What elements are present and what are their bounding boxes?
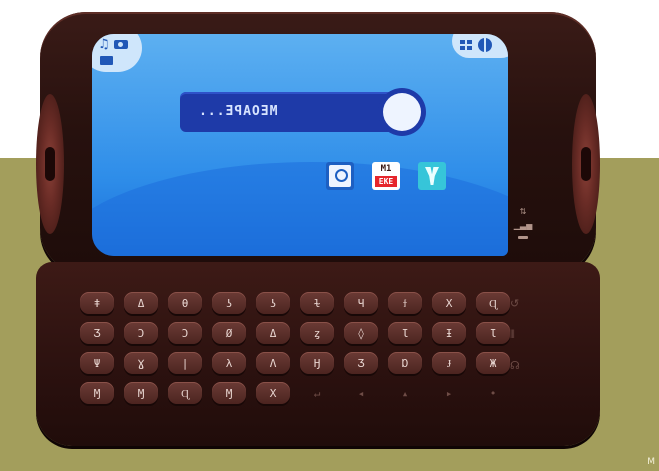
keyboard-key[interactable]: ʖ [212, 292, 246, 314]
keyboard-key[interactable]: ↵ [300, 382, 334, 404]
keyboard-key[interactable]: Ɥ [344, 292, 378, 314]
search-text: MEOAPE... [198, 104, 278, 119]
keyboard-key[interactable]: Ɔ [168, 322, 202, 344]
keyboard-key[interactable]: Ɩ [476, 322, 510, 344]
keyboard-key[interactable]: Ӡ [344, 352, 378, 374]
message-icon[interactable] [100, 56, 113, 65]
keyboard-key[interactable]: | [168, 352, 202, 374]
keyboard-key[interactable]: Ø [212, 322, 246, 344]
battery-icon [518, 236, 528, 239]
keyboard-key[interactable]: Ɱ [212, 382, 246, 404]
keyboard-key[interactable]: • [476, 382, 510, 404]
keyboard-key[interactable]: Δ [256, 322, 290, 344]
side-key[interactable]: ☊ [510, 360, 520, 371]
search-field[interactable]: MEOAPE... [180, 88, 426, 136]
keyboard-key[interactable]: ◂ [344, 382, 378, 404]
keyboard-key[interactable]: Ӈ [300, 352, 334, 374]
keyboard-key[interactable]: ◊ [344, 322, 378, 344]
camera-icon[interactable] [114, 40, 128, 49]
right-side-button[interactable] [572, 94, 600, 234]
keyboard-key[interactable]: Χ [432, 292, 466, 314]
globe-icon[interactable] [478, 38, 492, 52]
keyboard-key[interactable]: Λ [256, 352, 290, 374]
tools-app-icon[interactable] [418, 162, 446, 190]
keyboard-key[interactable]: Ɋ [168, 382, 202, 404]
keyboard-key[interactable]: ϯ [388, 292, 422, 314]
calendar-app-icon[interactable]: M1 EKE [372, 162, 400, 190]
signal-bars-icon: ▁▃▅ [513, 221, 533, 230]
video-app-icon[interactable] [326, 162, 354, 190]
calendar-bottom-text: EKE [375, 176, 397, 187]
phone-screen: ♫ MEOAPE... M1 EKE [92, 34, 508, 256]
keyboard-key[interactable]: Ʒ [80, 322, 114, 344]
keyboard-key[interactable]: Ɒ [388, 352, 422, 374]
calendar-top-text: M1 [380, 164, 392, 174]
keyboard-key[interactable]: ɫ [300, 292, 334, 314]
side-key[interactable]: ↺ [510, 298, 520, 309]
keyboard-key[interactable]: ʖ [256, 292, 290, 314]
keyboard-key[interactable]: Ɣ [124, 352, 158, 374]
keyboard-key[interactable]: Ɱ [124, 382, 158, 404]
keyboard-key[interactable]: Ɱ [80, 382, 114, 404]
grid-icon[interactable] [460, 40, 472, 50]
keyboard-key[interactable]: Δ [124, 292, 158, 314]
music-icon[interactable]: ♫ [98, 38, 110, 51]
left-side-button[interactable] [36, 94, 64, 234]
slide-out-keyboard: ǂ Δθ ʖ ʖ ɫ Ɥϯ Χ Ɋ Ʒ Ɔ Ɔ Ø Δȥ ◊ Ɩ Ɨ Ɩ Ψ Ɣ | λ Λ Ӈ Ӡ Ɒ Ɉ Ж Ɱ Ɱ Ɋ Ɱ Χ ↵ ◂ ▴ ▸ •… [36, 262, 600, 446]
keyboard-key[interactable]: ▴ [388, 382, 422, 404]
keyboard-key[interactable]: ǂ [80, 292, 114, 314]
keyboard-key[interactable]: λ [212, 352, 246, 374]
signal-indicator: ⇅ ▁▃▅ [513, 207, 533, 258]
keyboard-key[interactable]: Ɉ [432, 352, 466, 374]
side-key[interactable]: ⦀ [510, 329, 520, 340]
keyboard-key[interactable]: Ж [476, 352, 510, 374]
keyboard-key[interactable]: ȥ [300, 322, 334, 344]
watermark: M [647, 457, 655, 467]
keyboard-key[interactable]: θ [168, 292, 202, 314]
search-button[interactable] [378, 88, 426, 136]
data-arrows-icon: ⇅ [519, 207, 527, 216]
keyboard-key[interactable]: Ɔ [124, 322, 158, 344]
keyboard-key[interactable]: Ɋ [476, 292, 510, 314]
keyboard-keys: ǂ Δθ ʖ ʖ ɫ Ɥϯ Χ Ɋ Ʒ Ɔ Ɔ Ø Δȥ ◊ Ɩ Ɨ Ɩ Ψ Ɣ | λ Λ Ӈ Ӡ Ɒ Ɉ Ж Ɱ Ɱ Ɋ Ɱ Χ ↵ ◂ ▴ ▸ • [80, 292, 510, 404]
keyboard-key[interactable]: ▸ [432, 382, 466, 404]
keyboard-key[interactable]: Ɨ [432, 322, 466, 344]
keyboard-key[interactable]: Ɩ [388, 322, 422, 344]
keyboard-side-keys: ↺ ⦀ ☊ [510, 298, 520, 371]
keyboard-key[interactable]: Χ [256, 382, 290, 404]
keyboard-key[interactable]: Ψ [80, 352, 114, 374]
